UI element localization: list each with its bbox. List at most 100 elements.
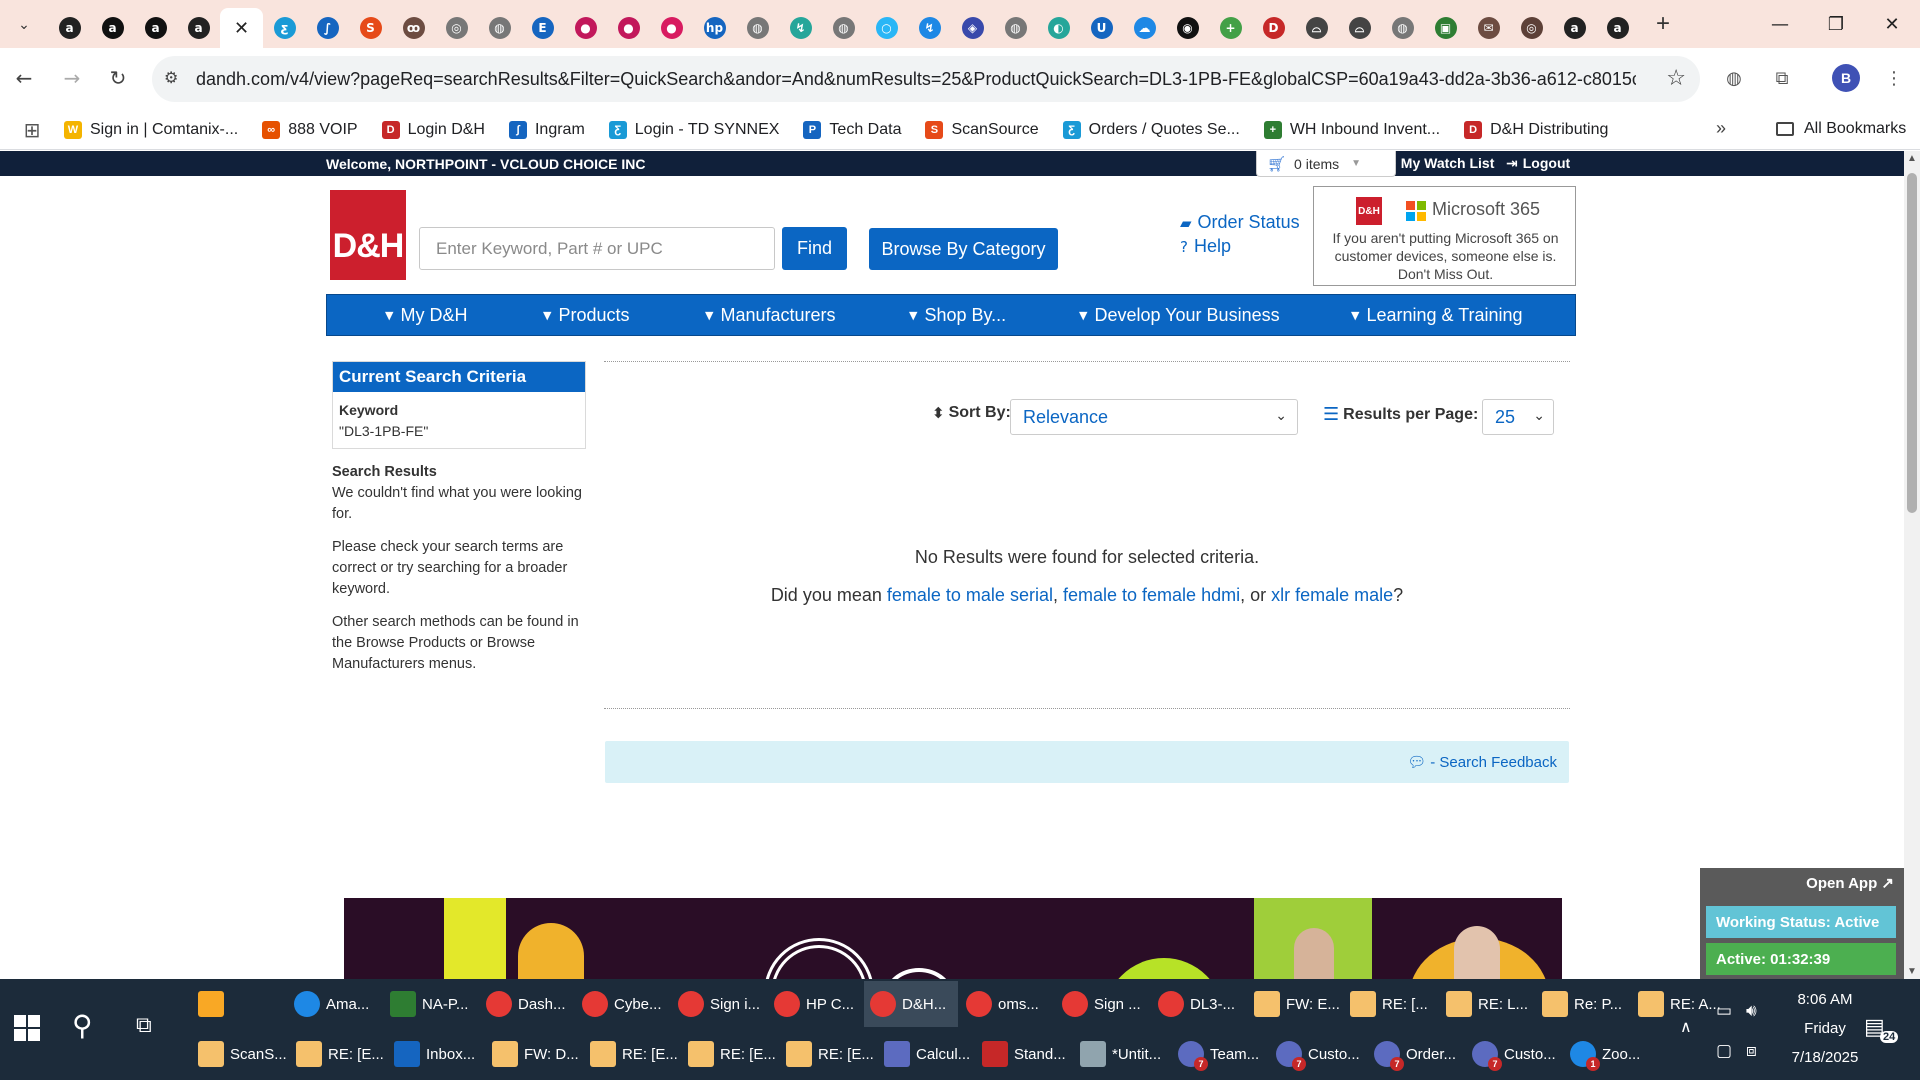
bookmark-item[interactable]: P Tech Data [803,120,901,139]
network-icon[interactable]: ⧈ [1746,1041,1757,1061]
taskbar-app[interactable]: Cybe... [576,981,670,1027]
taskbar-app[interactable]: Ama... [288,981,382,1027]
bookmark-item[interactable]: W Sign in | Comtanix-... [64,120,238,139]
browser-tab[interactable]: ↯ [908,8,951,48]
search-input[interactable] [419,227,775,270]
translate-icon[interactable]: ◍ [1718,62,1750,94]
browser-tab[interactable]: D [1252,8,1295,48]
page-scrollbar[interactable]: ▲ ▼ [1904,151,1920,979]
url-text[interactable]: dandh.com/v4/view?pageReq=searchResults&… [196,69,1636,90]
back-icon[interactable]: ← [8,62,40,94]
browser-tab[interactable]: ✉ [1467,8,1510,48]
order-status-link[interactable]: ▰ Order Status [1180,212,1300,233]
open-app-button[interactable]: Open App ↗ [1806,874,1894,892]
find-button[interactable]: Find [782,227,847,270]
nav-my-dh[interactable]: ▼ My D&H [385,305,467,326]
logout-link[interactable]: ⇥ Logout [1506,155,1570,172]
browser-tab[interactable]: hp [693,8,736,48]
browser-tab[interactable]: a [91,8,134,48]
browser-tab[interactable]: ◍ [994,8,1037,48]
nav-shop-by[interactable]: ▼ Shop By... [909,305,1006,326]
bookmark-item[interactable]: S ScanSource [925,120,1039,139]
close-icon[interactable]: ✕ [234,18,249,39]
bookmark-item[interactable]: D D&H Distributing [1464,120,1608,139]
browser-tab[interactable]: ◍ [478,8,521,48]
watch-list-link[interactable]: 👁︎ My Watch List [1378,155,1494,172]
suggestion-link[interactable]: female to female hdmi [1063,585,1240,605]
taskbar-app[interactable]: Inbox... [388,1031,484,1077]
forward-icon[interactable]: → [56,62,88,94]
taskbar-app[interactable]: 7 Custo... [1270,1031,1366,1077]
suggestion-link[interactable]: xlr female male [1271,585,1393,605]
taskbar-app[interactable]: ScanS... [192,1031,288,1077]
taskbar-app[interactable]: 7 Team... [1172,1031,1268,1077]
browser-tab[interactable]: a [1596,8,1639,48]
taskbar-app[interactable]: 7 Custo... [1466,1031,1562,1077]
clock-day[interactable]: Friday [1780,1020,1870,1037]
taskbar-app[interactable]: RE: L... [1440,981,1534,1027]
more-bookmarks-icon[interactable]: » [1716,118,1726,139]
taskbar-app[interactable]: Re: P... [1536,981,1630,1027]
suggestion-link[interactable]: female to male serial [887,585,1053,605]
search-feedback-link[interactable]: 💬︎ - Search Feedback [1407,753,1557,771]
taskbar-app[interactable] [192,981,286,1027]
bookmark-item[interactable]: ∞ 888 VOIP [262,120,358,139]
taskbar-app[interactable]: RE: [... [1344,981,1438,1027]
search-icon[interactable]: ⚲ [72,1009,93,1042]
bookmark-star-icon[interactable]: ☆ [1666,66,1686,91]
results-per-page-select[interactable]: 25 ⌄ [1482,399,1554,435]
nav-products[interactable]: ▼ Products [543,305,630,326]
clock-time[interactable]: 8:06 AM [1780,991,1870,1008]
taskbar-app[interactable]: DL3-... [1152,981,1246,1027]
browser-tab[interactable]: ☁ [1123,8,1166,48]
browser-tab[interactable]: ƹ [263,8,306,48]
browser-tab[interactable]: ● [564,8,607,48]
browser-tab[interactable]: ◎ [1510,8,1553,48]
taskbar-app[interactable]: FW: D... [486,1031,582,1077]
scroll-down-icon[interactable]: ▼ [1907,966,1917,977]
bookmark-item[interactable]: Ƹ Login - TD SYNNEX [608,120,779,139]
browser-tab[interactable]: ↯ [779,8,822,48]
browser-tab[interactable]: ◉ [1166,8,1209,48]
profile-avatar[interactable]: B [1832,64,1860,92]
browser-tab[interactable]: ○ [865,8,908,48]
browser-tab[interactable]: + [1209,8,1252,48]
show-hidden-icons-icon[interactable]: ∧ [1680,1017,1692,1036]
browser-tab[interactable]: a [177,8,220,48]
battery-icon[interactable]: ▭ [1716,1001,1732,1021]
scrollbar-thumb[interactable] [1907,173,1917,513]
taskbar-app[interactable]: RE: [E... [682,1031,778,1077]
dh-logo[interactable]: D&H [330,190,406,280]
bookmark-item[interactable]: Ƹ Orders / Quotes Se... [1062,120,1240,139]
browser-tab[interactable]: E [521,8,564,48]
browser-tab[interactable]: a [48,8,91,48]
tab-active[interactable]: ✕ [220,8,263,48]
working-status[interactable]: Working Status: Active [1706,906,1896,938]
site-settings-icon[interactable]: ⚙ [164,68,178,88]
bookmark-item[interactable]: + WH Inbound Invent... [1263,120,1440,139]
taskbar-app[interactable]: *Untit... [1074,1031,1170,1077]
nav-develop-your-business[interactable]: ▼ Develop Your Business [1079,305,1280,326]
browser-tab[interactable]: ◍ [1381,8,1424,48]
taskbar-app[interactable]: Sign i... [672,981,766,1027]
taskbar-app[interactable]: 7 Order... [1368,1031,1464,1077]
display-icon[interactable]: ▢ [1716,1041,1732,1061]
taskbar-app[interactable]: RE: [E... [584,1031,680,1077]
all-bookmarks-button[interactable]: All Bookmarks [1776,120,1906,138]
new-tab-button[interactable]: + [1643,4,1683,44]
bookmark-item[interactable]: D Login D&H [381,120,485,139]
taskbar-app[interactable]: NA-P... [384,981,478,1027]
reload-icon[interactable]: ↻ [102,62,134,94]
close-window-button[interactable]: ✕ [1864,0,1920,48]
scroll-up-icon[interactable]: ▲ [1907,153,1917,164]
taskbar-app[interactable]: oms... [960,981,1054,1027]
browser-tab[interactable]: ⌓ [1338,8,1381,48]
browser-tab[interactable]: ◍ [736,8,779,48]
taskbar-app[interactable]: RE: [E... [780,1031,876,1077]
promo-banner[interactable] [344,898,1562,979]
browser-tab[interactable]: ● [650,8,693,48]
browser-tab[interactable]: S [349,8,392,48]
browser-tab[interactable]: ▣ [1424,8,1467,48]
browser-tab[interactable]: a [134,8,177,48]
nav-manufacturers[interactable]: ▼ Manufacturers [705,305,836,326]
